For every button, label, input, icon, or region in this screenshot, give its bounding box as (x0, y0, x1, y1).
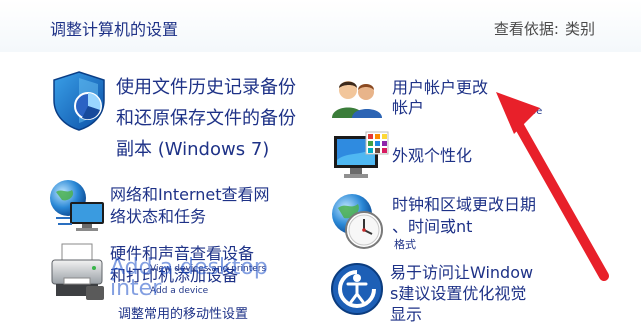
header-bar: 调整计算机的设置 查看依据: 类别 (0, 0, 641, 52)
red-arrow-annotation (496, 92, 609, 281)
clock-globe-icon (332, 194, 383, 249)
view-by-dropdown[interactable]: 类别 (565, 20, 595, 38)
add-device-link[interactable]: Add a device (150, 286, 208, 296)
view-by: 查看依据: 类别 (494, 18, 595, 39)
network-globe-icon (50, 180, 104, 231)
network-internet-link[interactable]: 网络和Internet查看网 络状态和任务 (110, 184, 270, 228)
printer-icon (51, 243, 104, 300)
view-devices-link[interactable]: View devices and printers (150, 264, 266, 274)
mobility-settings-link[interactable]: 调整常用的移动性设置 (118, 307, 248, 323)
page-title: 调整计算机的设置 (50, 20, 179, 39)
view-by-label: 查看依据: (493, 20, 559, 38)
system-security-link[interactable]: 使用文件历史记录备份 和还原保存文件的备份 副本 (Windows 7) (116, 72, 296, 165)
shield-icon (53, 71, 105, 131)
monitor-palette-icon (334, 131, 389, 178)
region-format-link[interactable]: 格式 (394, 236, 416, 252)
user-accounts-link[interactable]: 用户帐户更改 帐户 (392, 78, 488, 118)
users-icon (332, 81, 382, 118)
appearance-link[interactable]: 外观个性化 (392, 146, 472, 166)
ease-of-access-icon (331, 263, 383, 315)
